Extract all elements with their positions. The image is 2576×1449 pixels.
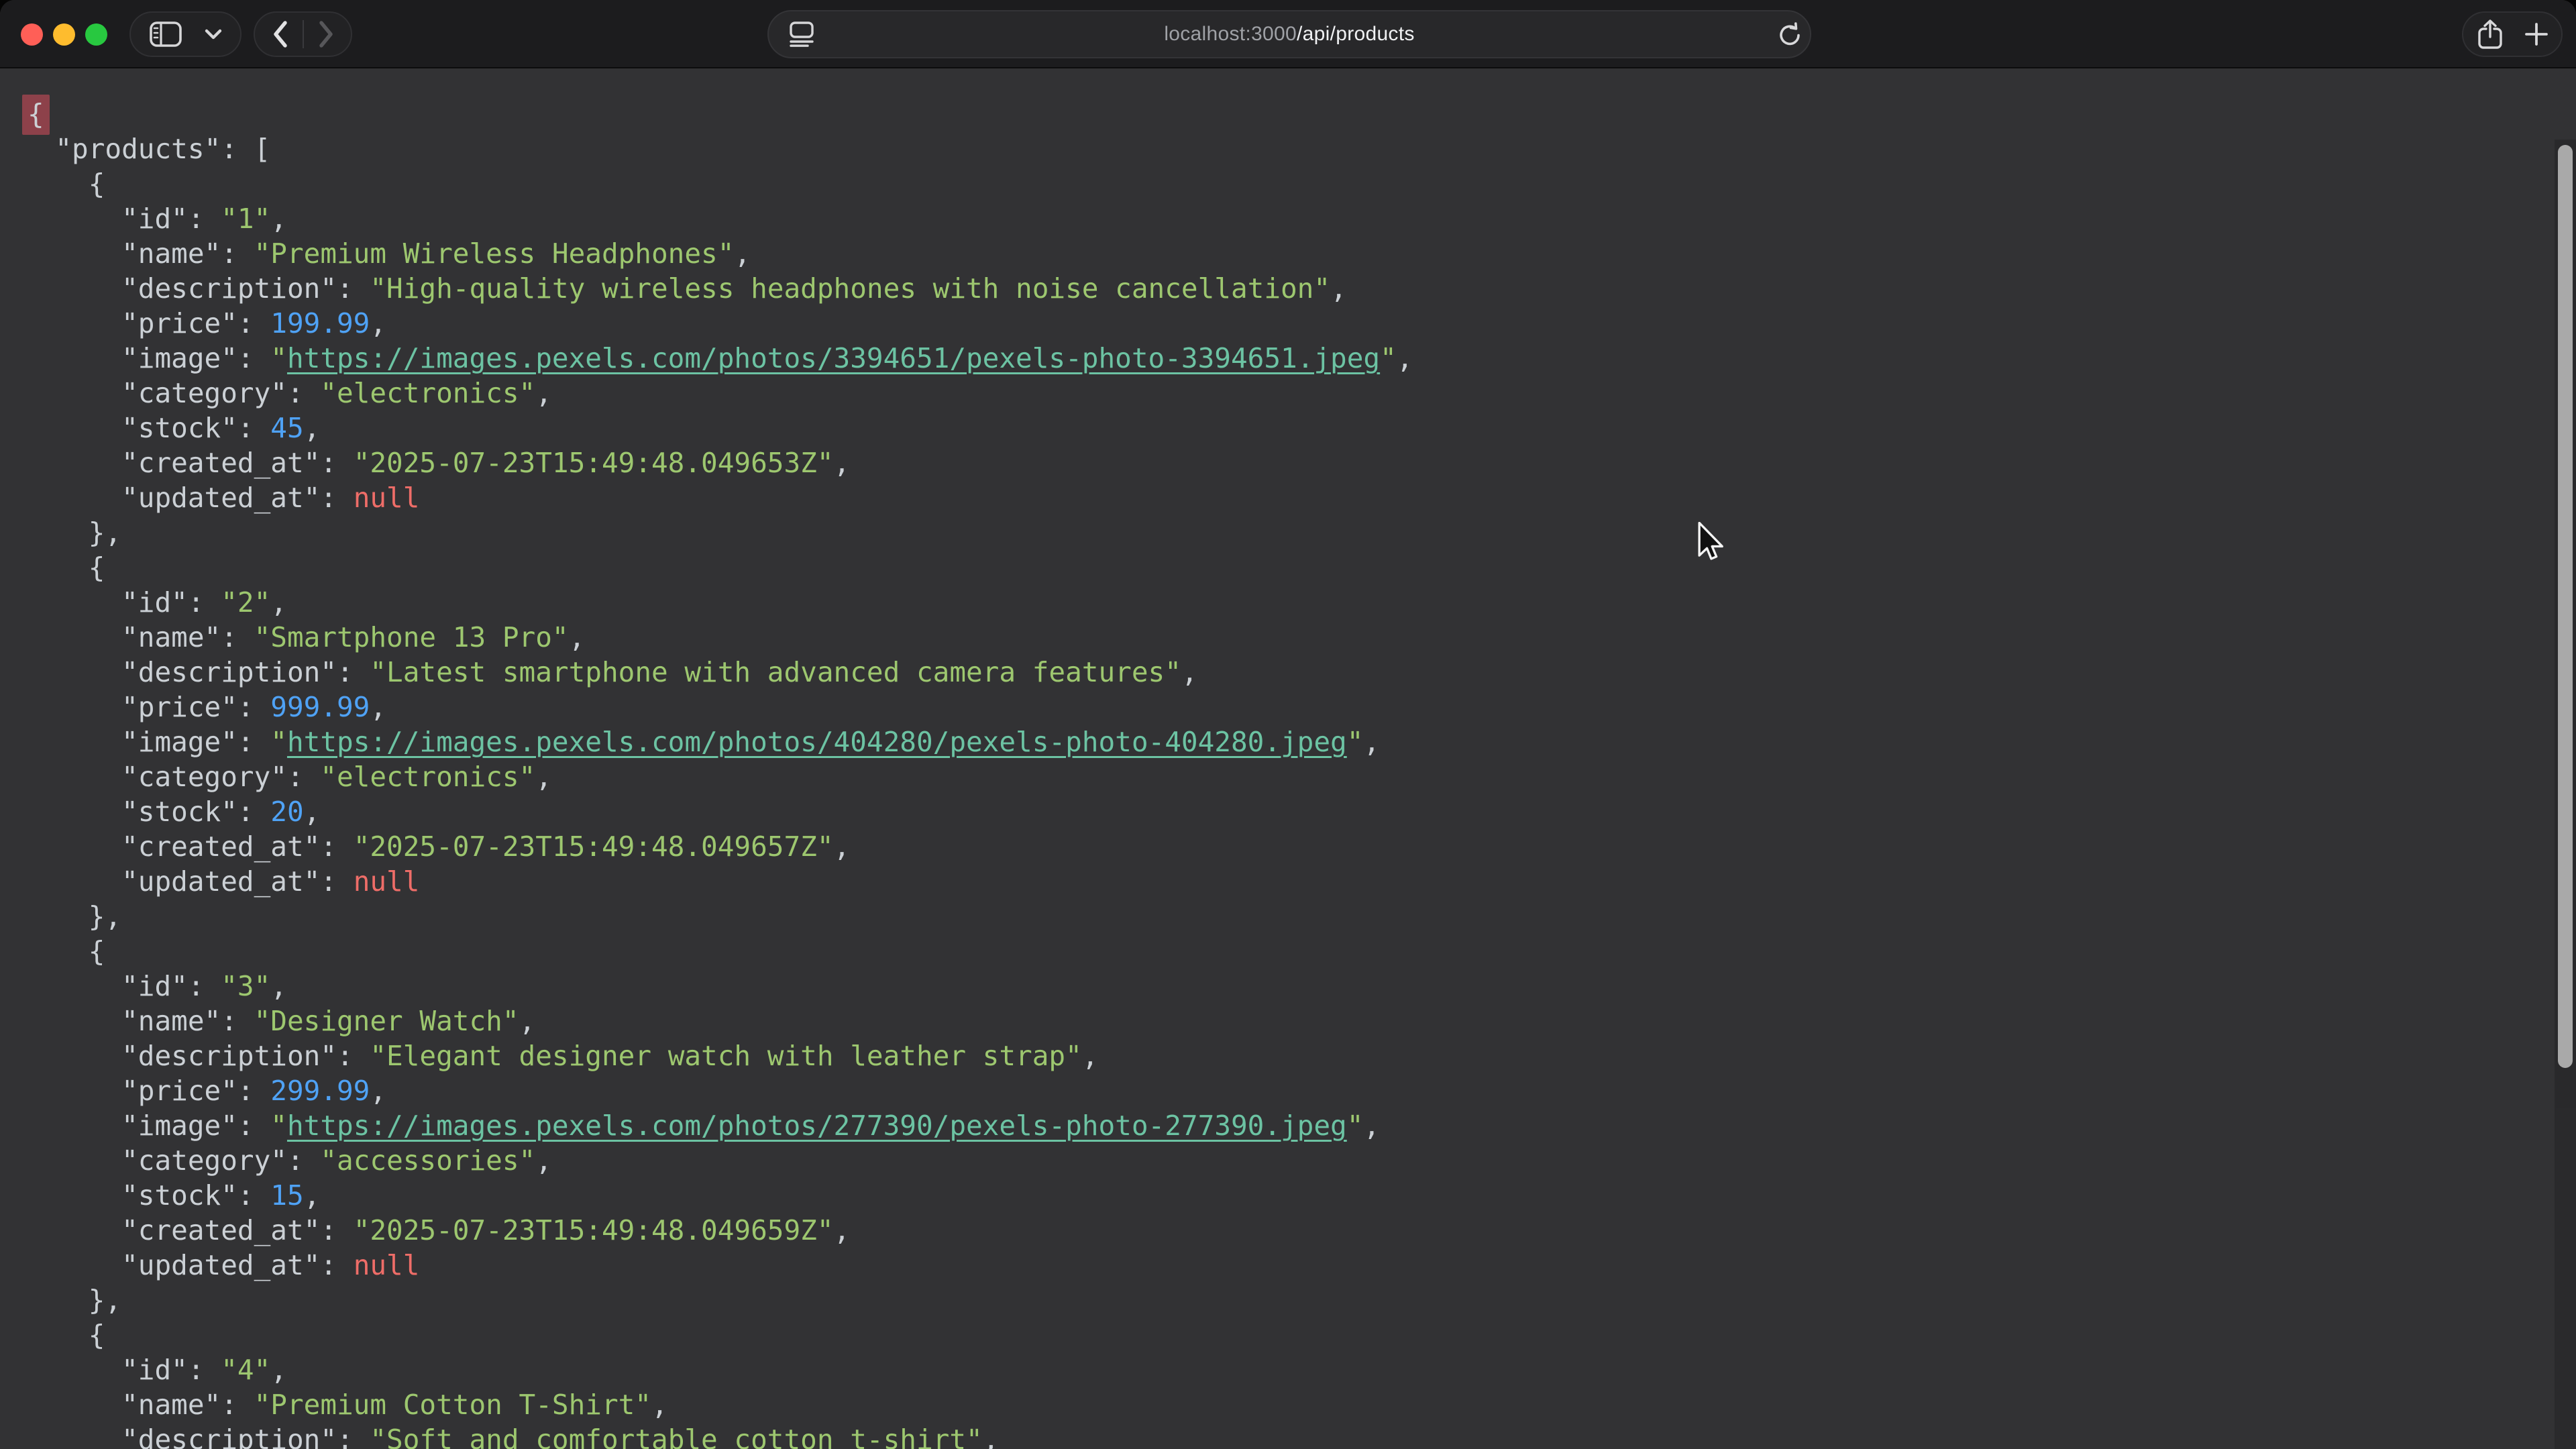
- forward-button[interactable]: [304, 13, 348, 56]
- page-content: { "products": [ { "id": "1", "name": "Pr…: [0, 70, 2576, 1449]
- safari-window: localhost:3000/api/products: [0, 0, 2576, 1449]
- json-link[interactable]: https://images.pexels.com/photos/3394651…: [287, 342, 1380, 374]
- close-window-button[interactable]: [21, 23, 43, 46]
- json-link[interactable]: https://images.pexels.com/photos/404280/…: [287, 726, 1347, 758]
- reload-icon: [1776, 21, 1803, 48]
- scrollbar-thumb[interactable]: [2558, 145, 2573, 1068]
- chevron-left-icon: [273, 21, 288, 48]
- share-newtab-group: [2462, 11, 2563, 57]
- sidebar-icon: [150, 21, 182, 47]
- chevron-right-icon: [319, 21, 333, 48]
- url-host: localhost:3000: [1164, 23, 1297, 46]
- window-controls: [21, 23, 107, 46]
- json-document: { "products": [ { "id": "1", "name": "Pr…: [0, 70, 2576, 1449]
- url-path: /api/products: [1297, 23, 1415, 46]
- share-button[interactable]: [2466, 13, 2514, 56]
- minimize-window-button[interactable]: [53, 23, 75, 46]
- back-button[interactable]: [258, 13, 303, 56]
- address-bar[interactable]: localhost:3000/api/products: [767, 10, 1811, 58]
- address-url: localhost:3000/api/products: [769, 11, 1810, 57]
- json-link[interactable]: https://images.pexels.com/photos/277390/…: [287, 1110, 1347, 1142]
- sidebar-toggle-button[interactable]: [129, 11, 241, 57]
- zoom-window-button[interactable]: [85, 23, 107, 46]
- nav-buttons: [254, 11, 352, 57]
- matched-brace: {: [22, 95, 50, 135]
- plus-icon: [2525, 23, 2548, 46]
- page-format-icon: [790, 21, 814, 47]
- page-format-button[interactable]: [771, 10, 832, 58]
- new-tab-button[interactable]: [2514, 13, 2559, 56]
- reload-button[interactable]: [1768, 10, 1811, 58]
- chevron-down-icon: [205, 29, 222, 40]
- browser-toolbar: localhost:3000/api/products: [0, 0, 2576, 68]
- share-icon: [2478, 19, 2502, 49]
